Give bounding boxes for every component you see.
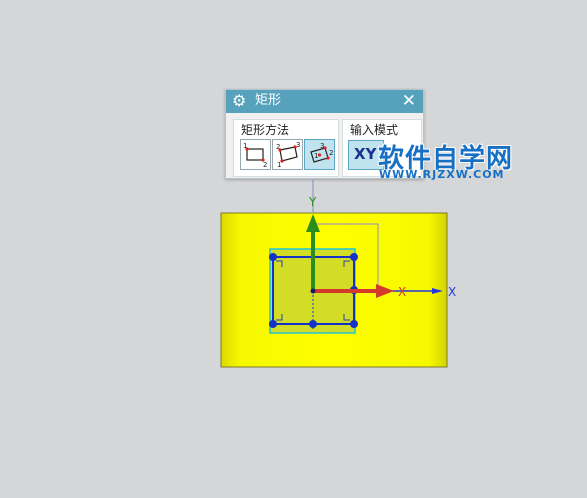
three-point-rectangle-button[interactable]: 2 3 1: [272, 139, 303, 170]
x-axis-label: X: [398, 285, 406, 299]
rectangle-vertex[interactable]: [350, 320, 358, 328]
svg-text:1: 1: [243, 142, 247, 150]
watermark-url: WWW.RJZXW.COM: [379, 168, 505, 181]
rectangle-method-label: 矩形方法: [241, 123, 290, 137]
dialog-titlebar[interactable]: ⚙ 矩形 ✕: [226, 90, 423, 113]
rectangle-vertex[interactable]: [269, 253, 277, 261]
svg-text:2: 2: [263, 161, 267, 169]
svg-text:3: 3: [320, 142, 324, 150]
origin-point: [310, 288, 316, 294]
rectangle-midpoint[interactable]: [309, 320, 317, 328]
center-rect-icon: 3 2 1: [310, 142, 333, 163]
rectangle-vertex[interactable]: [269, 320, 277, 328]
svg-text:1: 1: [314, 152, 318, 160]
svg-text:1: 1: [277, 161, 281, 169]
view-x-axis-label: X: [448, 285, 456, 299]
svg-text:3: 3: [296, 141, 300, 149]
gear-icon[interactable]: ⚙: [232, 92, 246, 110]
rectangle-vertex[interactable]: [350, 253, 358, 261]
close-icon[interactable]: ✕: [402, 91, 416, 111]
svg-text:2: 2: [329, 149, 333, 157]
xy-label: XY: [354, 145, 377, 163]
two-point-rect-icon: 1 2: [243, 142, 267, 169]
svg-text:2: 2: [276, 143, 280, 151]
two-point-rectangle-button[interactable]: 1 2: [240, 139, 271, 170]
y-axis-label: Y: [308, 195, 317, 209]
three-point-rect-icon: 2 3 1: [276, 141, 300, 169]
rectangle-method-group: 矩形方法 1 2 2 3 1 3 2 1: [233, 119, 339, 177]
dialog-title: 矩形: [255, 93, 282, 108]
input-mode-label: 输入模式: [350, 123, 399, 137]
center-rectangle-button[interactable]: 3 2 1: [304, 139, 335, 170]
graphics-viewport[interactable]: Y X X: [0, 0, 587, 498]
